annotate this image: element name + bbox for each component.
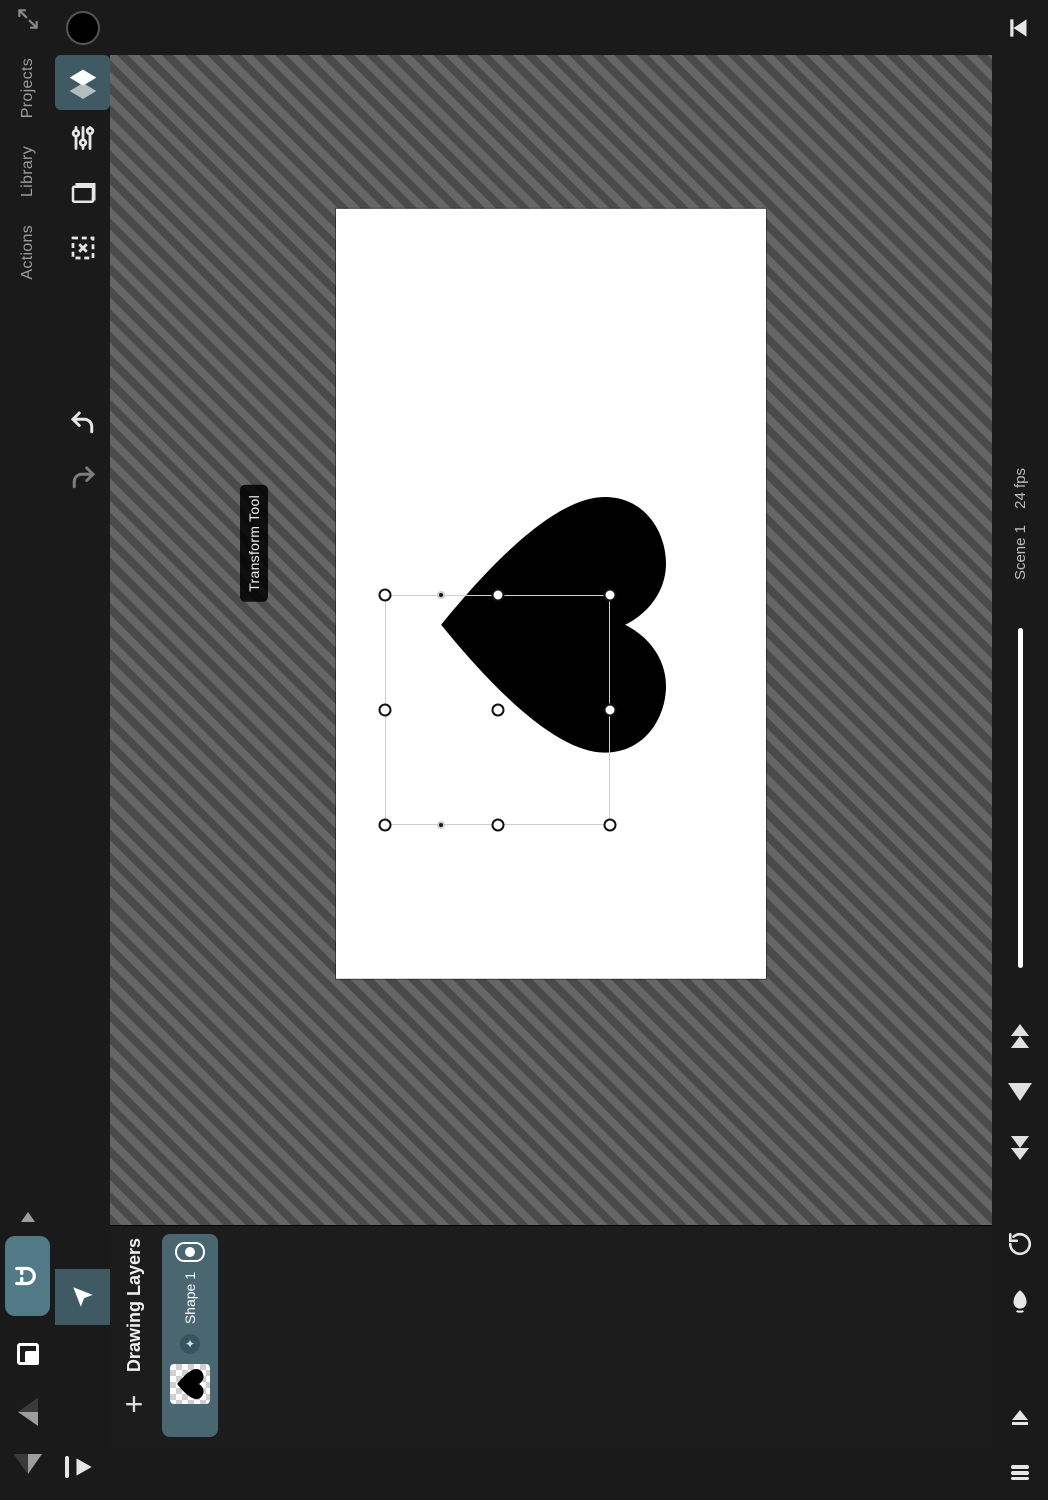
onion-skin-button[interactable] (992, 1272, 1048, 1328)
layers-mode-button[interactable] (55, 55, 110, 110)
tab-library[interactable]: Library (19, 132, 37, 211)
layer-name-label: Shape 1 (182, 1272, 198, 1324)
layer-row[interactable]: Shape 1 ✦ (162, 1234, 218, 1437)
pasteboard (110, 55, 992, 1225)
step-back-button[interactable] (992, 0, 1048, 56)
layers-panel: Drawing Layers + Shape 1 ✦ (110, 1225, 992, 1445)
undo-button[interactable] (55, 395, 110, 450)
eject-frame-button[interactable] (992, 1388, 1048, 1444)
scene-label[interactable]: Scene 1 (1012, 517, 1029, 588)
fast-forward-button[interactable] (992, 1008, 1048, 1064)
fps-label: 24 fps (1012, 460, 1029, 517)
collapse-triangle-icon[interactable] (21, 1212, 35, 1222)
arrange-icon[interactable] (6, 1332, 50, 1376)
redo-button[interactable] (55, 450, 110, 505)
transform-tool-button[interactable] (55, 1269, 110, 1325)
frames-stack-button[interactable] (992, 1444, 1048, 1500)
selection-bounding-box[interactable] (385, 595, 610, 825)
loop-button[interactable] (992, 1216, 1048, 1272)
fullscreen-icon[interactable] (15, 6, 41, 37)
rewind-button[interactable] (992, 1120, 1048, 1176)
play-button[interactable] (992, 1064, 1048, 1120)
canvas-area[interactable]: Transform Tool Drawing Layers + Shape 1 … (110, 55, 992, 1445)
layer-type-icon: ✦ (180, 1334, 200, 1354)
timeline-scrubber[interactable] (1018, 628, 1023, 968)
crop-button[interactable] (55, 220, 110, 275)
flip-horizontal-icon[interactable] (18, 1398, 38, 1426)
visibility-toggle-icon[interactable] (175, 1242, 205, 1262)
artboard[interactable] (336, 209, 766, 979)
top-nav: Projects Library Actions (0, 0, 55, 1500)
layers-panel-title: Drawing Layers (124, 1238, 145, 1372)
adjust-sliders-button[interactable] (55, 110, 110, 165)
tab-actions[interactable]: Actions (19, 211, 37, 294)
flip-vertical-icon[interactable] (14, 1454, 42, 1474)
tool-tooltip: Transform Tool (240, 485, 268, 602)
add-layer-button[interactable]: + (125, 1388, 144, 1420)
color-picker-button[interactable] (55, 0, 110, 55)
magnet-button[interactable] (5, 1236, 50, 1316)
tab-projects[interactable]: Projects (19, 44, 37, 132)
timeline-bar: 24 fps Scene 1 (992, 0, 1048, 1500)
layer-thumbnail[interactable] (170, 1364, 210, 1404)
flipbook-button[interactable] (55, 165, 110, 220)
